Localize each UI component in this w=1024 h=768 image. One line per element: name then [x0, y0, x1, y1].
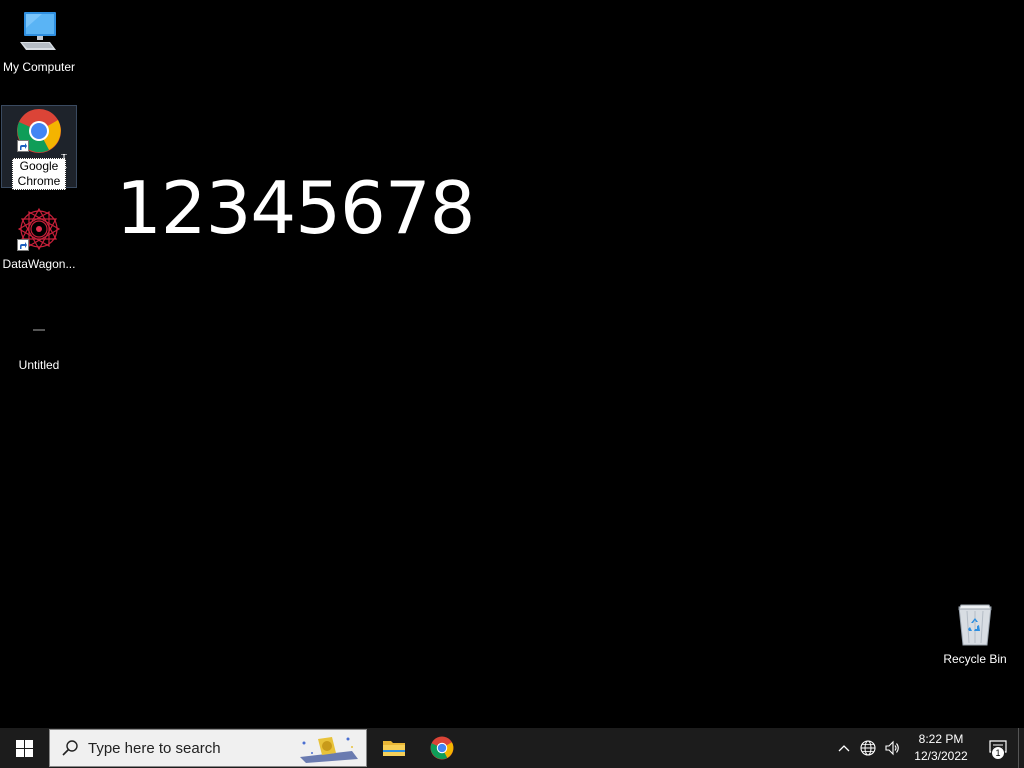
desktop-icon-my-computer[interactable]: My Computer — [1, 8, 77, 78]
notification-count-badge: 1 — [991, 746, 1005, 760]
desktop-icon-untitled[interactable]: Untitled — [1, 306, 77, 372]
desktop: My Computer Google Chrome DataWagon... U… — [0, 0, 1024, 728]
taskbar-clock[interactable]: 8:22 PM 12/3/2022 — [908, 731, 974, 765]
datawagon-icon — [15, 205, 63, 253]
taskbar: Type here to search 8:22 PM 12/3/2022 1 — [0, 728, 1024, 768]
desktop-icon-google-chrome[interactable]: Google Chrome — [1, 105, 77, 190]
chrome-icon — [430, 736, 454, 760]
blank-file-icon — [15, 306, 63, 354]
desktop-icon-datawagon[interactable]: DataWagon... — [1, 205, 77, 275]
action-center-button[interactable]: 1 — [978, 728, 1018, 768]
chevron-up-icon[interactable] — [832, 728, 856, 768]
windows-logo-icon — [15, 739, 33, 757]
clock-time: 8:22 PM — [918, 732, 964, 746]
desktop-icon-label: Untitled — [18, 358, 60, 372]
desktop-icon-recycle-bin[interactable]: Recycle Bin — [937, 600, 1013, 670]
text-cursor-icon — [61, 154, 67, 168]
search-placeholder: Type here to search — [88, 739, 221, 757]
computer-icon — [15, 8, 63, 56]
taskbar-app-google-chrome[interactable] — [418, 728, 466, 768]
desktop-icon-label: Recycle Bin — [943, 652, 1007, 666]
shortcut-arrow-icon — [17, 239, 29, 251]
recycle-bin-icon — [951, 600, 999, 648]
start-button[interactable] — [0, 728, 48, 768]
show-desktop-button[interactable] — [1018, 728, 1024, 768]
desktop-large-text: 12345678 — [116, 166, 475, 250]
system-tray: 8:22 PM 12/3/2022 1 — [832, 728, 1024, 768]
taskbar-app-file-explorer[interactable] — [370, 728, 418, 768]
desktop-icon-label: DataWagon... — [2, 257, 76, 271]
chrome-icon — [15, 108, 63, 154]
search-icon — [62, 740, 78, 756]
network-globe-icon[interactable] — [856, 728, 880, 768]
search-highlight-illustration-icon — [292, 731, 362, 765]
shortcut-arrow-icon — [17, 140, 29, 152]
desktop-icon-label: Google Chrome — [12, 158, 66, 190]
desktop-icon-label: My Computer — [2, 60, 76, 74]
speaker-icon[interactable] — [880, 728, 904, 768]
taskbar-search-box[interactable]: Type here to search — [49, 729, 367, 767]
folder-icon — [383, 741, 405, 756]
clock-date: 12/3/2022 — [914, 749, 968, 763]
